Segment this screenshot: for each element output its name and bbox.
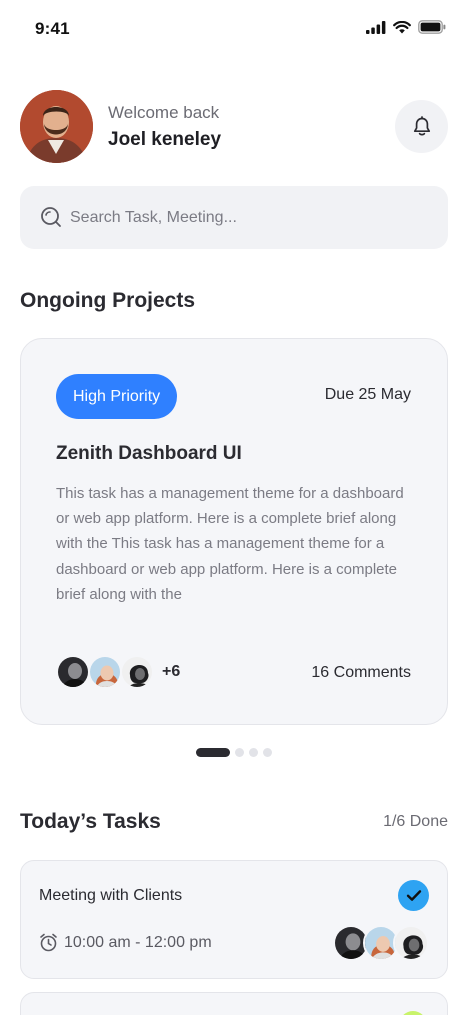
project-title: Zenith Dashboard UI bbox=[56, 443, 242, 464]
task-title: Meeting with Clients bbox=[39, 887, 183, 904]
task-card[interactable]: Meeting with Clients 10:00 am - 12:00 pm bbox=[20, 860, 448, 979]
project-card[interactable]: High Priority Due 25 May Zenith Dashboar… bbox=[20, 338, 448, 725]
status-time: 9:41 bbox=[35, 19, 70, 38]
todays-tasks-title: Today’s Tasks bbox=[20, 810, 161, 833]
ongoing-projects-title: Ongoing Projects bbox=[20, 289, 196, 312]
members-extra-count: +6 bbox=[162, 663, 181, 680]
project-description: This task has a management theme for a d… bbox=[56, 485, 404, 603]
carousel-pager bbox=[196, 748, 272, 757]
member-portrait-icon bbox=[395, 927, 427, 959]
tasks-done-count: 1/6 Done bbox=[383, 813, 448, 830]
pager-dot[interactable] bbox=[263, 748, 272, 757]
alarm-clock-icon bbox=[40, 933, 57, 952]
cellular-signal-icon bbox=[366, 20, 386, 34]
task-card[interactable] bbox=[20, 992, 448, 1015]
user-name: Joel keneley bbox=[108, 129, 222, 150]
pager-dot[interactable] bbox=[235, 748, 244, 757]
member-avatar bbox=[56, 655, 90, 689]
bell-icon bbox=[413, 116, 430, 136]
notification-button[interactable] bbox=[395, 100, 448, 153]
checkmark-icon bbox=[406, 890, 421, 901]
pager-dot[interactable] bbox=[249, 748, 258, 757]
battery-icon bbox=[418, 20, 446, 34]
user-portrait-icon bbox=[20, 90, 93, 163]
member-avatar bbox=[88, 655, 122, 689]
member-portrait-icon bbox=[122, 657, 152, 687]
member-portrait-icon bbox=[58, 657, 88, 687]
task-status-indicator bbox=[399, 1011, 427, 1015]
search-bar bbox=[20, 186, 448, 249]
member-avatar bbox=[393, 925, 429, 961]
task-complete-checkbox[interactable] bbox=[398, 880, 429, 911]
due-date: Due 25 May bbox=[324, 386, 411, 403]
search-icon bbox=[41, 207, 61, 227]
status-icons bbox=[366, 20, 446, 34]
priority-badge: High Priority bbox=[56, 374, 178, 419]
status-bar: 9:41 bbox=[0, 0, 468, 56]
avatar[interactable] bbox=[20, 90, 93, 163]
wifi-icon bbox=[393, 20, 411, 33]
welcome-text: Welcome back bbox=[108, 103, 220, 122]
search-input[interactable] bbox=[70, 186, 430, 249]
task-time: 10:00 am - 12:00 pm bbox=[39, 933, 212, 952]
pager-dot-active[interactable] bbox=[196, 748, 230, 757]
task-time-text: 10:00 am - 12:00 pm bbox=[64, 933, 212, 951]
project-members[interactable]: +6 bbox=[56, 655, 180, 689]
member-avatar bbox=[120, 655, 154, 689]
header: Welcome back Joel keneley bbox=[20, 90, 448, 163]
member-portrait-icon bbox=[90, 657, 120, 687]
comments-count[interactable]: 16 Comments bbox=[311, 664, 411, 682]
task-members[interactable] bbox=[333, 925, 429, 961]
